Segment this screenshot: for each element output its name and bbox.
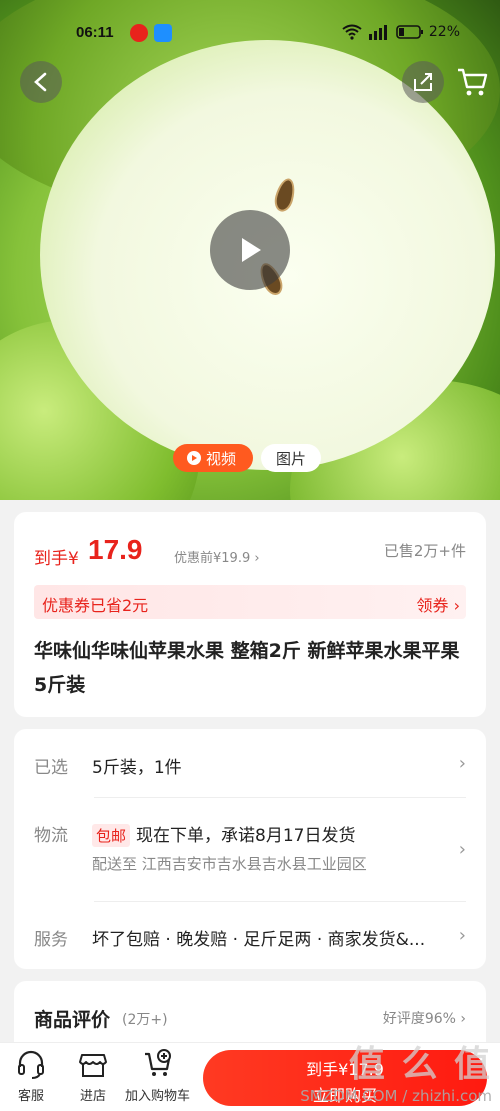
add-to-cart-button[interactable]: 加入购物车 bbox=[125, 1049, 190, 1104]
shipping-promise: 现在下单，承诺8月17日发货 bbox=[136, 826, 356, 846]
customer-service-button[interactable]: 客服 bbox=[16, 1049, 46, 1104]
tab-images-label: 图片 bbox=[275, 449, 306, 468]
spec-row-shipping[interactable]: 物流 包邮 现在下单，承诺8月17日发货 配送至 江西吉安市吉水县吉水县工业园区 … bbox=[34, 821, 466, 881]
chevron-left-icon bbox=[34, 72, 47, 92]
price-before-discount-link[interactable]: 优惠前¥19.9 › bbox=[174, 547, 260, 566]
back-button[interactable] bbox=[20, 61, 62, 103]
battery-icon bbox=[396, 25, 423, 39]
add-to-cart-label: 加入购物车 bbox=[125, 1089, 191, 1104]
store-button[interactable]: 进店 bbox=[78, 1049, 108, 1104]
spec-label: 已选 bbox=[34, 758, 68, 778]
free-shipping-badge: 包邮 bbox=[92, 824, 131, 847]
tab-video-label: 视频 bbox=[206, 449, 237, 468]
media-tabs: 视频 图片 bbox=[173, 444, 321, 472]
positive-rate[interactable]: 好评度96% › bbox=[383, 1008, 466, 1028]
play-icon bbox=[242, 238, 261, 262]
store-icon bbox=[79, 1054, 107, 1077]
price-value: 17.9 bbox=[88, 534, 143, 565]
share-icon bbox=[414, 73, 432, 91]
divider bbox=[94, 797, 466, 798]
battery-percent: 22% bbox=[428, 24, 460, 40]
divider bbox=[94, 901, 466, 902]
spec-value: 坏了包赔 · 晚发赔 · 足斤足两 · 商家发货&... bbox=[92, 930, 426, 950]
play-video-button[interactable] bbox=[210, 210, 290, 290]
chevron-right-icon: › bbox=[458, 925, 466, 946]
play-circle-icon bbox=[187, 451, 201, 465]
watermark-url: SMZDM.COM / zhizhi.com bbox=[300, 1087, 492, 1105]
product-title: 华味仙华味仙苹果水果 整箱2斤 新鲜苹果水果平果 5斤装 bbox=[34, 640, 460, 696]
cart-button[interactable] bbox=[452, 62, 492, 102]
reviews-count: (2万+) bbox=[122, 1012, 168, 1028]
shipping-info: 包邮 现在下单，承诺8月17日发货 bbox=[92, 821, 355, 847]
chevron-right-icon: › bbox=[458, 753, 466, 774]
tab-images[interactable]: 图片 bbox=[261, 444, 321, 472]
customer-service-label: 客服 bbox=[17, 1089, 44, 1104]
wifi-icon bbox=[342, 24, 362, 40]
spec-row-selected[interactable]: 已选 5斤装，1件 › bbox=[34, 753, 466, 783]
price-row: 到手¥ 17.9 优惠前¥19.9 › 已售2万+件 bbox=[34, 532, 466, 572]
coupon-bar[interactable]: 优惠券已省2元 领券 › bbox=[34, 585, 466, 619]
status-bar: 06:11 22% bbox=[0, 0, 500, 66]
claim-coupon-button[interactable]: 领券 › bbox=[417, 592, 461, 616]
spec-value: 5斤装，1件 bbox=[92, 758, 182, 778]
store-label: 进店 bbox=[79, 1089, 106, 1104]
spec-row-service[interactable]: 服务 坏了包赔 · 晚发赔 · 足斤足两 · 商家发货&... › bbox=[34, 925, 466, 955]
add-cart-icon bbox=[144, 1049, 171, 1076]
watermark-logo: 值 么 值 bbox=[348, 1044, 492, 1085]
status-time: 06:11 bbox=[76, 24, 114, 41]
headset-icon bbox=[18, 1050, 44, 1079]
delivery-address: 配送至 江西吉安市吉水县吉水县工业园区 bbox=[92, 855, 367, 873]
weibo-icon bbox=[130, 24, 148, 42]
share-button[interactable] bbox=[402, 61, 444, 103]
signal-icon bbox=[369, 25, 387, 40]
tab-video[interactable]: 视频 bbox=[173, 444, 253, 472]
reviews-title: 商品评价 bbox=[34, 1009, 111, 1031]
product-hero-image[interactable]: 06:11 22% 视频 图片 bbox=[0, 0, 500, 500]
price-card: 到手¥ 17.9 优惠前¥19.9 › 已售2万+件 优惠券已省2元 领券 › … bbox=[14, 512, 486, 717]
shield-app-icon bbox=[154, 24, 172, 42]
watermark: 值 么 值 SMZDM.COM / zhizhi.com bbox=[300, 1035, 492, 1105]
sold-count: 已售2万+件 bbox=[383, 542, 466, 560]
spec-card: 已选 5斤装，1件 › 物流 包邮 现在下单，承诺8月17日发货 配送至 江西吉安… bbox=[14, 729, 486, 969]
coupon-text: 优惠券已省2元 bbox=[42, 596, 149, 615]
spec-label: 物流 bbox=[34, 826, 68, 846]
chevron-right-icon: › bbox=[458, 839, 466, 860]
cart-icon bbox=[458, 68, 488, 96]
price-prefix: 到手¥ bbox=[34, 549, 79, 569]
spec-label: 服务 bbox=[34, 930, 68, 950]
